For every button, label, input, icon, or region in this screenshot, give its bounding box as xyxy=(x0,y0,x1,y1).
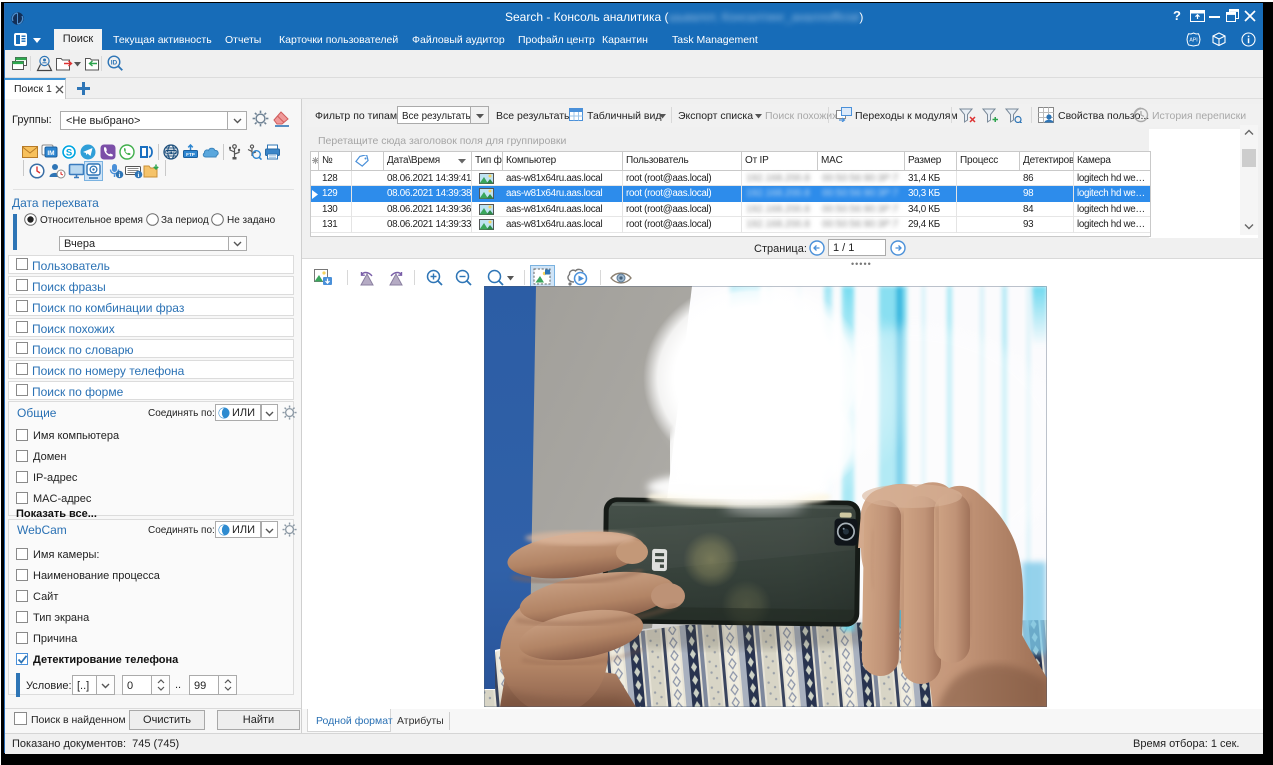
svg-text:API: API xyxy=(1189,37,1197,43)
svg-text:IM: IM xyxy=(47,150,54,157)
svg-text:S: S xyxy=(66,147,72,158)
svg-text:HTTP: HTTP xyxy=(166,150,176,154)
svg-text:FTP: FTP xyxy=(186,152,195,157)
svg-text:ID: ID xyxy=(111,59,118,66)
